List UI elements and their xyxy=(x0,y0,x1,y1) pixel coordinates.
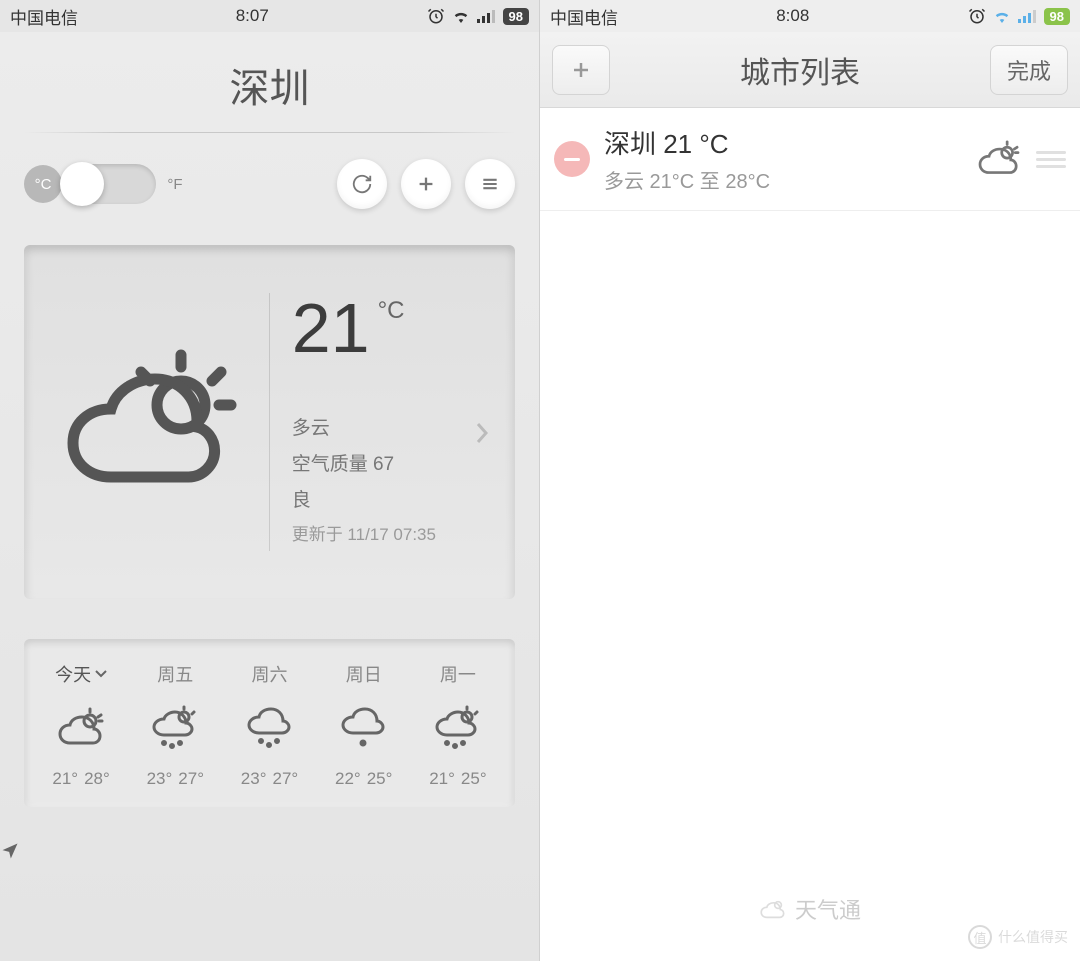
day-label: 今天 xyxy=(55,661,91,687)
header: 深圳 xyxy=(0,32,539,132)
wifi-icon xyxy=(992,9,1012,23)
watermark-icon: 值 xyxy=(968,925,992,949)
drag-handle-icon[interactable] xyxy=(1036,151,1066,168)
temp-hi: 28° xyxy=(84,769,110,788)
header: 城市列表 完成 xyxy=(540,32,1080,108)
status-time: 8:08 xyxy=(776,6,809,26)
updated-label: 更新于 11/17 07:35 xyxy=(292,519,495,551)
city-row[interactable]: 深圳 21 °C 多云 21°C 至 28°C xyxy=(540,108,1080,211)
location-arrow-icon[interactable] xyxy=(0,817,539,885)
carrier-label: 中国电信 xyxy=(10,4,78,29)
aqi-label: 空气质量 67 xyxy=(292,447,495,483)
battery-badge: 98 xyxy=(1044,8,1070,25)
status-time: 8:07 xyxy=(236,6,269,26)
day-label: 周日 xyxy=(346,661,382,687)
status-bar: 中国电信 8:07 98 xyxy=(0,0,539,32)
partly-cloudy-icon xyxy=(976,140,1022,178)
condition-label: 多云 xyxy=(292,411,495,447)
current-weather-card[interactable]: 21 °C 多云 空气质量 67 良 更新于 11/17 07:35 xyxy=(24,245,515,599)
forecast-day-today[interactable]: 今天 21° 28° xyxy=(34,661,128,789)
refresh-button[interactable] xyxy=(337,159,387,209)
cloud-rain-icon xyxy=(222,699,316,757)
brand-label: 天气通 xyxy=(795,893,861,925)
day-label: 周五 xyxy=(157,661,193,687)
battery-badge: 98 xyxy=(503,8,529,25)
current-info: 21 °C 多云 空气质量 67 良 更新于 11/17 07:35 xyxy=(269,293,495,552)
toggle-track[interactable] xyxy=(62,164,156,204)
celsius-label: °C xyxy=(24,165,62,203)
temp-hi: 25° xyxy=(461,769,487,788)
forecast-day[interactable]: 周一 21° 25° xyxy=(411,661,505,789)
brand-footer: 天气通 xyxy=(540,893,1080,925)
carrier-label: 中国电信 xyxy=(550,4,618,29)
phone-city-list: 中国电信 8:08 98 城市列表 完成 深圳 21 °C 多云 xyxy=(540,0,1080,961)
current-temp: 21 xyxy=(292,293,370,363)
watermark: 值 什么值得买 xyxy=(968,925,1068,949)
city-title: 深圳 xyxy=(0,56,539,114)
sun-rain-icon xyxy=(128,699,222,757)
chevron-down-icon xyxy=(95,670,107,678)
brand-icon xyxy=(759,897,787,921)
day-label: 周一 xyxy=(440,661,476,687)
forecast-day[interactable]: 周日 22° 25° xyxy=(317,661,411,789)
add-city-button[interactable] xyxy=(552,45,610,95)
fahrenheit-label: °F xyxy=(156,165,194,203)
controls-row: °C °F xyxy=(0,133,539,235)
temp-hi: 27° xyxy=(178,769,204,788)
add-button[interactable] xyxy=(401,159,451,209)
forecast-card[interactable]: 今天 21°28° 周五 23°27° 周六 23 xyxy=(24,639,515,807)
day-label: 周六 xyxy=(252,661,288,687)
alarm-icon xyxy=(968,7,986,25)
done-button[interactable]: 完成 xyxy=(990,45,1068,95)
signal-icon xyxy=(477,9,497,23)
temp-lo: 23° xyxy=(147,769,173,788)
aqi-grade: 良 xyxy=(292,483,495,519)
current-temp-unit: °C xyxy=(378,297,405,325)
city-row-title: 深圳 21 °C xyxy=(604,124,962,161)
page-title: 城市列表 xyxy=(740,48,860,92)
menu-button[interactable] xyxy=(465,159,515,209)
forecast-day[interactable]: 周六 23° 27° xyxy=(222,661,316,789)
delete-button[interactable] xyxy=(554,141,590,177)
temp-lo: 21° xyxy=(429,769,455,788)
unit-toggle[interactable]: °C °F xyxy=(24,164,194,204)
cloud-drizzle-icon xyxy=(317,699,411,757)
phone-weather-detail: 中国电信 8:07 98 深圳 °C °F xyxy=(0,0,540,961)
signal-icon xyxy=(1018,9,1038,23)
city-row-subtitle: 多云 21°C 至 28°C xyxy=(604,165,962,194)
temp-lo: 22° xyxy=(335,769,361,788)
watermark-label: 什么值得买 xyxy=(998,927,1068,947)
temp-lo: 23° xyxy=(241,769,267,788)
temp-hi: 25° xyxy=(367,769,393,788)
alarm-icon xyxy=(427,7,445,25)
toggle-knob[interactable] xyxy=(60,162,104,206)
chevron-right-icon[interactable] xyxy=(475,422,489,444)
forecast-day[interactable]: 周五 23° 27° xyxy=(128,661,222,789)
wifi-icon xyxy=(451,9,471,23)
status-bar: 中国电信 8:08 98 xyxy=(540,0,1080,32)
sun-rain-icon xyxy=(411,699,505,757)
partly-cloudy-icon xyxy=(34,699,128,757)
temp-hi: 27° xyxy=(273,769,299,788)
temp-lo: 21° xyxy=(52,769,78,788)
partly-cloudy-icon xyxy=(44,337,269,507)
